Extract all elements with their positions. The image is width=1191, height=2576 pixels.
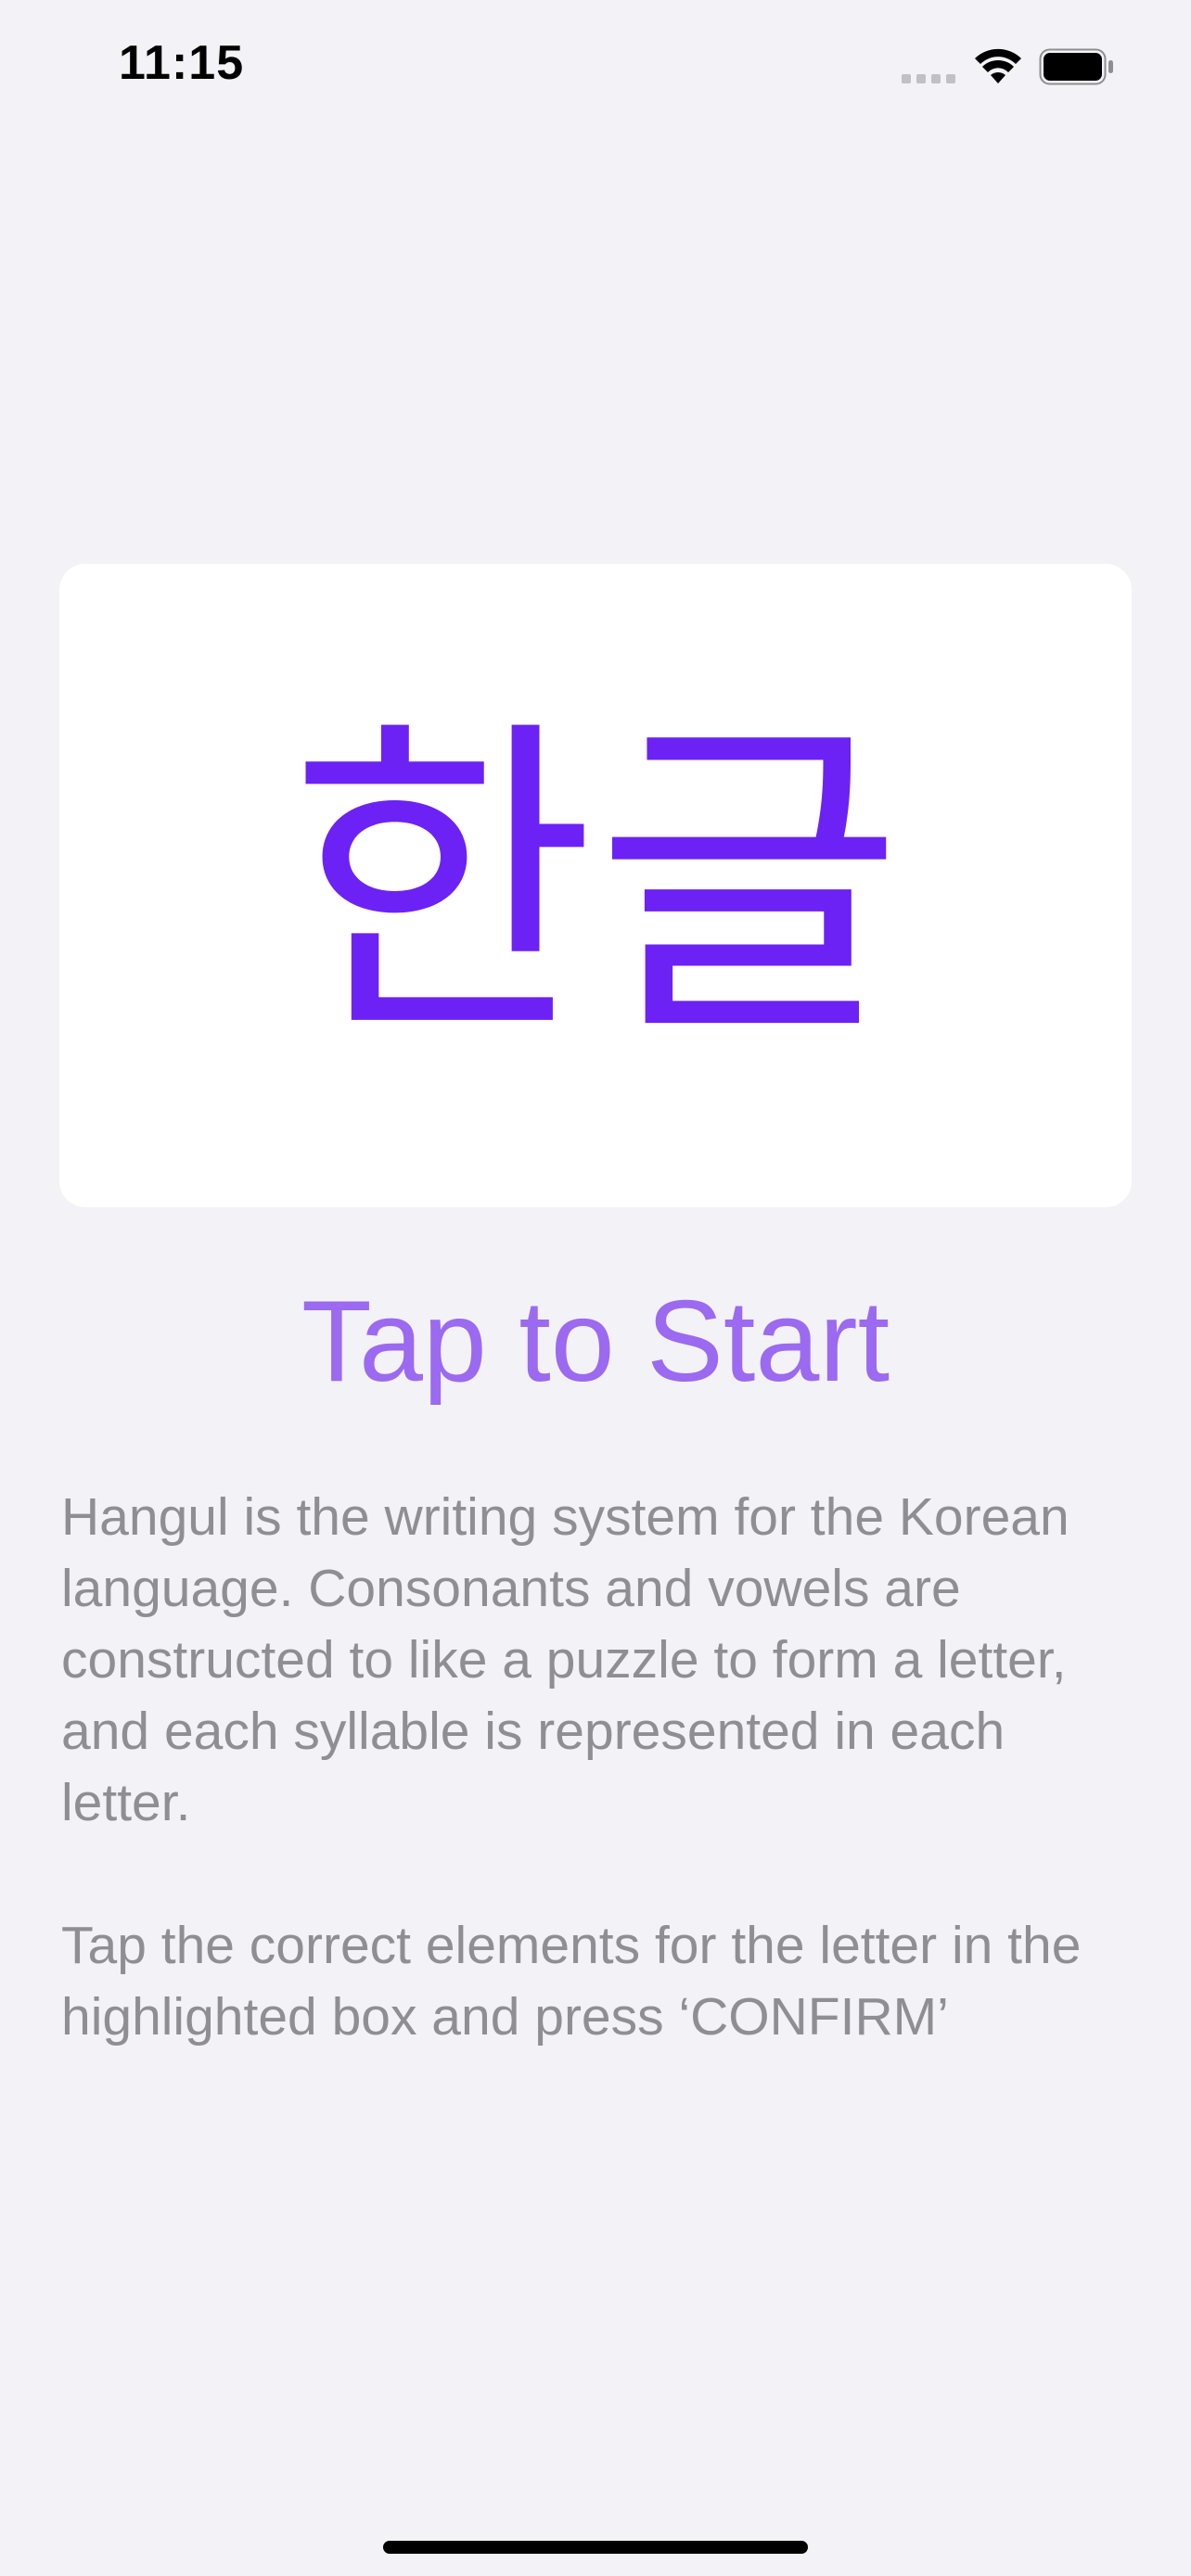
status-bar: 11:15	[0, 0, 1191, 139]
cellular-icon	[902, 74, 957, 83]
wifi-icon	[975, 48, 1021, 83]
status-time: 11:15	[119, 36, 245, 90]
hangul-card[interactable]: 한글	[59, 564, 1132, 1207]
hangul-title: 한글	[288, 691, 903, 1079]
description-text: Hangul is the writing system for the Kor…	[61, 1487, 1069, 1832]
tap-to-start-button[interactable]: Tap to Start	[0, 1284, 1191, 1399]
battery-icon	[1039, 48, 1113, 85]
home-indicator[interactable]	[383, 2541, 808, 2554]
instruction-text: Tap the correct elements for the letter …	[61, 1916, 1082, 2047]
